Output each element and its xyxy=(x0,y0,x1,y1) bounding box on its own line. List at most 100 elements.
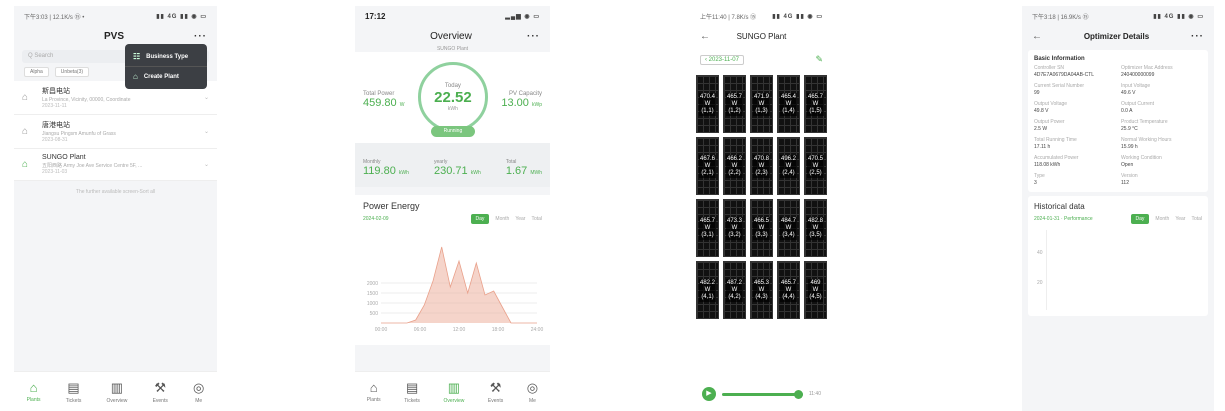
solar-panel[interactable]: 470.4 W (1,1) xyxy=(696,75,719,133)
overview-summary: Total Power 459.80 W Today 22.52 kWh Run… xyxy=(355,52,550,143)
panel-label: 465.3 W (4,3) xyxy=(752,278,770,302)
more-icon[interactable]: ··· xyxy=(527,31,540,42)
panel-unit: W xyxy=(812,286,819,293)
solar-panel[interactable]: 484.7 W (3,4) xyxy=(777,199,800,257)
tab-month[interactable]: Month xyxy=(495,216,509,222)
solar-panel[interactable]: 469 W (4,5) xyxy=(804,261,827,319)
info-field: Controller SN 4D7E7A0679DA04AB-CTL xyxy=(1034,65,1115,78)
field-label: Optimizer Mac Address xyxy=(1121,65,1173,71)
phone-plants-list: 下午3:03 | 12.1K/s ⑮ • ▮▮ 4G ▮▮ ◉ ▭ PVS ··… xyxy=(14,6,217,411)
field-value: 25.9 °C xyxy=(1121,126,1138,132)
panel-unit: W xyxy=(731,162,738,169)
tab-year[interactable]: Year xyxy=(1175,216,1185,222)
panel-unit: W xyxy=(731,286,738,293)
solar-panel[interactable]: 466.2 W (2,2) xyxy=(723,137,746,195)
tab-label: Events xyxy=(152,397,168,404)
tab-plants[interactable]: ⌂ Plants xyxy=(367,380,381,403)
solar-panel[interactable]: 471.9 W (1,3) xyxy=(750,75,773,133)
info-field: Type 3 xyxy=(1034,173,1115,186)
home-icon: ⌂ xyxy=(22,92,29,103)
tab-me[interactable]: ◎ Me xyxy=(193,380,204,404)
panel-watts: 482.2 xyxy=(699,279,715,286)
today-value: 22.52 xyxy=(434,88,472,106)
solar-panel[interactable]: 487.2 W (4,2) xyxy=(723,261,746,319)
more-icon[interactable]: ··· xyxy=(194,31,207,42)
panel-unit: W xyxy=(758,162,765,169)
tab-total[interactable]: Total xyxy=(531,216,542,222)
filter-chip[interactable]: Alpha xyxy=(24,67,49,77)
more-icon[interactable]: ··· xyxy=(1191,31,1204,42)
panel-label: 467.6 W (2,1) xyxy=(698,154,716,178)
date-picker[interactable]: ‹ 2023-11-07 xyxy=(700,54,744,65)
panel-unit: W xyxy=(812,224,819,231)
solar-panel[interactable]: 467.6 W (2,1) xyxy=(696,137,719,195)
plant-date: 2023-11-03 xyxy=(42,169,68,175)
ticket-icon: ▤ xyxy=(405,379,419,395)
play-icon[interactable]: ▶ xyxy=(702,387,716,401)
monthly-value: 119.80 xyxy=(363,165,396,177)
slider-handle[interactable] xyxy=(793,389,803,399)
list-item[interactable]: ⌂ 唐港电站 Jiangsu Pingsm Amunfu of Grass 20… xyxy=(14,115,217,149)
panel-unit: W xyxy=(758,286,765,293)
playback-bar: ▶ 11:40 xyxy=(702,387,821,401)
tab-plants[interactable]: ⌂ Plants xyxy=(27,380,41,403)
tab-day[interactable]: Day xyxy=(470,214,490,224)
date-picker[interactable]: 2024-01-31 · Performance xyxy=(1034,216,1093,222)
tab-events[interactable]: ⚒ Events xyxy=(153,380,168,404)
solar-panel[interactable]: 482.2 W (4,1) xyxy=(696,261,719,319)
x-tick-label: 00:00 xyxy=(375,327,388,333)
tab-events[interactable]: ⚒ Events xyxy=(488,380,503,404)
solar-panel[interactable]: 473.3 W (3,2) xyxy=(723,199,746,257)
energy-stats: Monthly 119.80 kWh yearly 230.71 kWh Total… xyxy=(355,143,550,187)
panel-unit: W xyxy=(758,224,765,231)
grid-icon: ☷ xyxy=(133,52,141,61)
tab-me[interactable]: ◎ Me xyxy=(527,380,538,404)
edit-icon[interactable]: ✎ xyxy=(815,54,823,65)
solar-panel[interactable]: 496.2 W (2,4) xyxy=(777,137,800,195)
menu-item-create-plant[interactable]: ⌂ Create Plant xyxy=(125,66,207,86)
solar-panel[interactable]: 465.3 W (4,3) xyxy=(750,261,773,319)
tab-year[interactable]: Year xyxy=(515,216,525,222)
panel-watts: 465.3 xyxy=(753,279,769,286)
panel-watts: 465.4 xyxy=(780,93,796,100)
series-area xyxy=(381,247,537,323)
tab-day[interactable]: Day xyxy=(1130,214,1150,224)
tab-overview[interactable]: ▥ Overview xyxy=(107,380,128,404)
solar-panel[interactable]: 465.4 W (1,4) xyxy=(777,75,800,133)
solar-panel[interactable]: 465.7 W (1,5) xyxy=(804,75,827,133)
filter-chip[interactable]: Unbeta(3) xyxy=(54,67,90,77)
solar-panel[interactable]: 465.7 W (3,1) xyxy=(696,199,719,257)
back-arrow-icon[interactable]: ← xyxy=(700,31,710,42)
tab-overview[interactable]: ▥ Overview xyxy=(444,380,465,404)
solar-panel[interactable]: 465.7 W (4,4) xyxy=(777,261,800,319)
solar-panel[interactable]: 470.8 W (2,3) xyxy=(750,137,773,195)
list-item[interactable]: ⌂ SUNGO Plant 五阳西路 Army Joe Ave Service … xyxy=(14,149,217,181)
tab-total[interactable]: Total xyxy=(1191,216,1202,222)
tab-tickets[interactable]: ▤ Tickets xyxy=(66,380,82,404)
panel-watts: 470.5 xyxy=(807,155,823,162)
tab-month[interactable]: Month xyxy=(1155,216,1169,222)
solar-panel[interactable]: 466.5 W (3,3) xyxy=(750,199,773,257)
panel-position: (4,4) xyxy=(782,293,795,300)
tab-label: Tickets xyxy=(404,397,420,404)
panel-label: 465.7 W (3,1) xyxy=(698,216,716,240)
date-text: 2023-11-07 xyxy=(708,56,739,63)
solar-panel[interactable]: 482.8 W (3,5) xyxy=(804,199,827,257)
solar-panel[interactable]: 470.5 W (2,5) xyxy=(804,137,827,195)
tab-bar: ⌂ Plants ▤ Tickets ▥ Overview ⚒ Events ◎ Me xyxy=(355,371,550,411)
tab-tickets[interactable]: ▤ Tickets xyxy=(404,380,420,404)
more-menu: ☷ Business Type ⌂ Create Plant xyxy=(125,44,207,89)
x-tick-label: 18:00 xyxy=(492,327,505,333)
solar-panel[interactable]: 465.7 W (1,2) xyxy=(723,75,746,133)
playback-slider[interactable] xyxy=(722,389,803,399)
plant-date: 2023-08-31 xyxy=(42,137,68,143)
field-label: Normal Working Hours xyxy=(1121,137,1172,143)
menu-item-business-type[interactable]: ☷ Business Type xyxy=(125,47,207,66)
y-tick-label: 500 xyxy=(370,311,379,317)
date-picker[interactable]: 2024-02-09 xyxy=(363,216,389,222)
panel-watts: 465.7 xyxy=(726,93,742,100)
back-arrow-icon[interactable]: ← xyxy=(1032,31,1042,42)
status-badge: Running xyxy=(430,126,475,137)
info-field: Output Current 0.0 A xyxy=(1121,101,1202,114)
status-icons: ▮▮ 4G ▮▮ ◉ ▭ xyxy=(156,13,207,20)
